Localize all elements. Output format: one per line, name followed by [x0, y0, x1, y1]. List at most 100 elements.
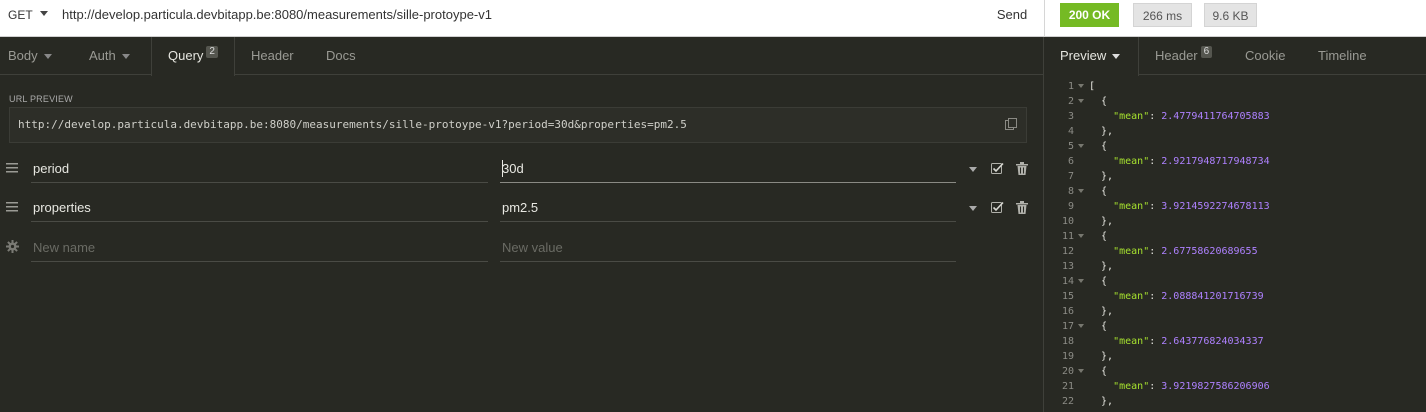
drag-handle-icon[interactable] [6, 163, 18, 173]
query-count-badge: 2 [206, 46, 218, 58]
json-value: 3.9214592274678113 [1161, 201, 1270, 212]
url-input[interactable]: http://develop.particula.devbitapp.be:80… [62, 0, 492, 30]
chevron-down-icon[interactable] [40, 11, 48, 16]
line-number: 16 [1061, 306, 1074, 317]
code-text: [ [1089, 81, 1096, 92]
chevron-down-icon [121, 54, 130, 60]
code-line: 13 }, [1044, 259, 1426, 274]
copy-icon[interactable] [1004, 117, 1018, 131]
fold-toggle-icon[interactable] [1078, 84, 1084, 88]
chevron-down-icon[interactable] [969, 206, 977, 211]
code-line: 14 { [1044, 274, 1426, 289]
code-text: "mean": 2.67758620689655 [1113, 246, 1258, 257]
line-number: 13 [1061, 261, 1074, 272]
line-number: 15 [1061, 291, 1074, 302]
tab-header[interactable]: Header [251, 37, 294, 75]
request-tabs: Body Auth Query 2 Header Docs [0, 37, 1043, 76]
checkbox-icon[interactable] [991, 201, 1004, 214]
json-value: 2.9217948717948734 [1161, 156, 1270, 167]
fold-toggle-icon[interactable] [1078, 234, 1084, 238]
code-text: { [1089, 366, 1108, 377]
tab-response-header[interactable]: Header 6 [1155, 37, 1213, 75]
line-number: 14 [1061, 276, 1074, 287]
line-number: 18 [1061, 336, 1074, 347]
code-text: "mean": 3.9214592274678113 [1113, 201, 1270, 212]
line-number: 17 [1061, 321, 1074, 332]
trash-icon[interactable] [1016, 162, 1028, 175]
code-line: 10 }, [1044, 214, 1426, 229]
code-text: "mean": 2.088841201716739 [1113, 291, 1264, 302]
tab-body[interactable]: Body [8, 37, 52, 75]
param-name-input[interactable]: period [31, 155, 488, 183]
query-param-row: properties pm2.5 [0, 190, 1043, 226]
code-line: 19 }, [1044, 349, 1426, 364]
tab-cookie[interactable]: Cookie [1245, 37, 1285, 75]
fold-toggle-icon[interactable] [1078, 279, 1084, 283]
code-text: "mean": 2.9217948717948734 [1113, 156, 1270, 167]
size-badge: 9.6 KB [1204, 3, 1257, 27]
tab-query[interactable]: Query 2 [151, 37, 235, 76]
line-number: 22 [1061, 396, 1074, 407]
fold-toggle-icon[interactable] [1078, 189, 1084, 193]
new-param-value-input[interactable]: New value [500, 234, 956, 262]
code-text: { [1089, 321, 1108, 332]
code-line: 2 { [1044, 94, 1426, 109]
response-tabs: Preview Header 6 Cookie Timeline [1044, 37, 1426, 76]
json-key: "mean" [1113, 381, 1150, 392]
tab-response-header-label: Header [1155, 48, 1198, 63]
fold-toggle-icon[interactable] [1078, 369, 1084, 373]
line-number: 11 [1061, 231, 1074, 242]
tab-query-label: Query [168, 48, 204, 63]
line-number: 10 [1061, 216, 1074, 227]
chevron-down-icon [1112, 54, 1121, 60]
fold-toggle-icon[interactable] [1078, 324, 1084, 328]
trash-icon[interactable] [1016, 201, 1028, 214]
line-number: 2 [1067, 96, 1074, 107]
tab-timeline[interactable]: Timeline [1318, 37, 1367, 75]
tab-preview[interactable]: Preview [1044, 37, 1139, 76]
time-badge: 266 ms [1133, 3, 1192, 27]
code-line: 8 { [1044, 184, 1426, 199]
json-key: "mean" [1113, 156, 1150, 167]
code-line: 6 "mean": 2.9217948717948734 [1044, 154, 1426, 169]
code-text: }, [1089, 171, 1114, 182]
text-cursor [502, 160, 503, 177]
code-text: "mean": 3.9219827586206906 [1113, 381, 1270, 392]
tab-body-label: Body [8, 48, 38, 63]
code-text: { [1089, 186, 1108, 197]
query-param-row: period 30d [0, 151, 1043, 187]
new-param-name-input[interactable]: New name [31, 234, 488, 262]
code-text: { [1089, 231, 1108, 242]
request-pane: Body Auth Query 2 Header Docs URL PREVIEW… [0, 37, 1043, 412]
tab-auth[interactable]: Auth [89, 37, 130, 75]
line-number: 12 [1061, 246, 1074, 257]
chevron-down-icon[interactable] [969, 167, 977, 172]
json-key: "mean" [1113, 111, 1150, 122]
method-selector[interactable]: GET [8, 0, 33, 30]
param-name-input[interactable]: properties [31, 194, 488, 222]
fold-toggle-icon[interactable] [1078, 144, 1084, 148]
tab-docs[interactable]: Docs [326, 37, 356, 75]
line-number: 5 [1067, 141, 1074, 152]
code-text: }, [1089, 306, 1114, 317]
code-text: }, [1089, 261, 1114, 272]
param-value-input[interactable]: pm2.5 [500, 194, 956, 222]
response-body[interactable]: 1[2 {3 "mean": 2.4779411764705883 4 }, 5 {… [1044, 79, 1426, 412]
chevron-down-icon [43, 54, 52, 60]
send-button[interactable]: Send [980, 0, 1044, 30]
json-value: 3.9219827586206906 [1161, 381, 1270, 392]
line-number: 21 [1061, 381, 1074, 392]
line-number: 1 [1067, 81, 1074, 92]
new-param-row: New name New value [0, 230, 1043, 266]
status-badge: 200 OK [1060, 3, 1119, 27]
drag-handle-icon[interactable] [6, 202, 18, 212]
code-text: }, [1089, 396, 1114, 407]
code-text: }, [1089, 216, 1114, 227]
fold-toggle-icon[interactable] [1078, 99, 1084, 103]
json-key: "mean" [1113, 291, 1150, 302]
json-key: "mean" [1113, 246, 1150, 257]
gear-icon[interactable] [6, 240, 19, 253]
checkbox-icon[interactable] [991, 162, 1004, 175]
param-value-input[interactable]: 30d [500, 155, 956, 183]
response-pane: Preview Header 6 Cookie Timeline 1[2 {3 "… [1044, 37, 1426, 412]
